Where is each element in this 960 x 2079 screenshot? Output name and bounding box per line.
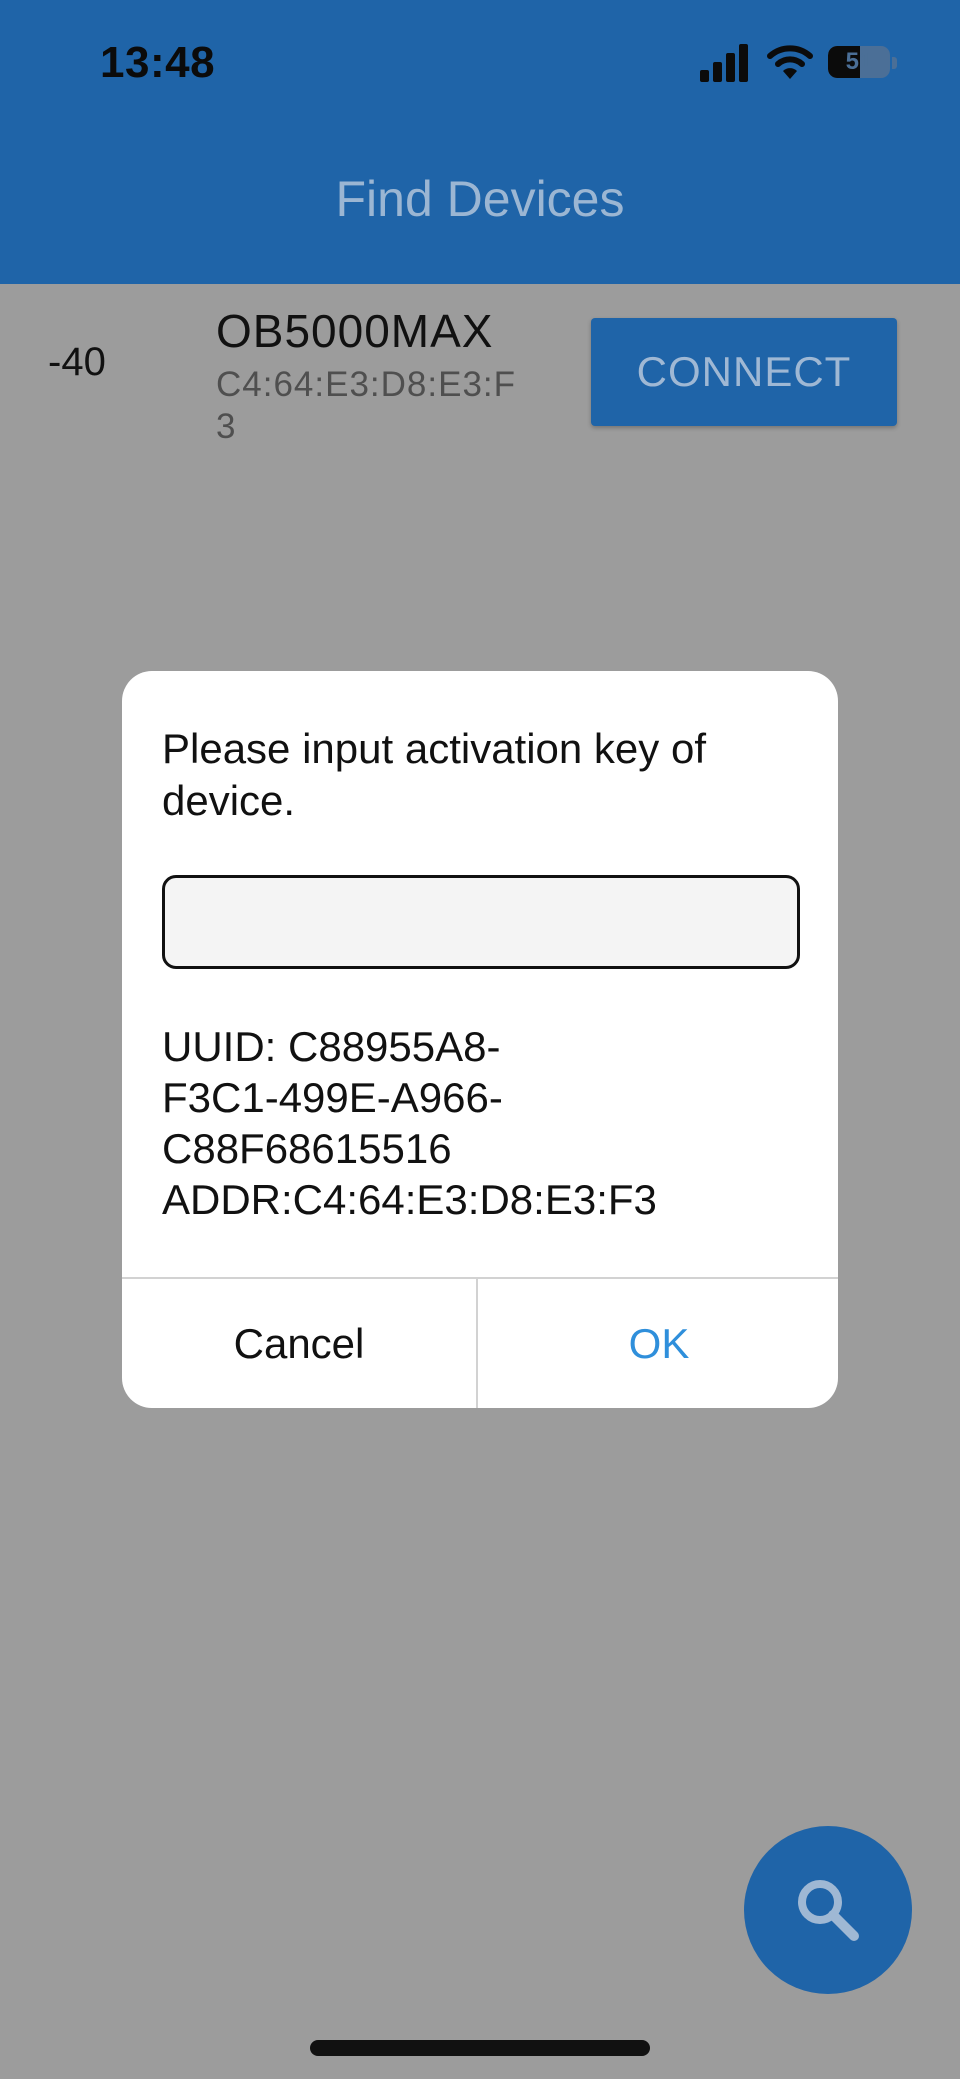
device-name: OB5000MAX [216, 305, 494, 357]
cellular-signal-icon [700, 42, 750, 82]
device-list-item[interactable]: -40 OB5000MAX C4:64:E3:D8:E3:F3 CONNECT [0, 284, 960, 454]
info-line: UUID: C88955A8- [162, 1023, 501, 1070]
device-address: C4:64:E3:D8:E3:F3 [216, 365, 517, 446]
dialog-actions: Cancel OK [122, 1277, 838, 1408]
info-line: ADDR:C4:64:E3:D8:E3:F3 [162, 1176, 657, 1223]
search-icon [798, 1880, 859, 1941]
wifi-icon [766, 42, 814, 82]
dialog-message: Please input activation key of device. [162, 725, 706, 824]
search-fab-button[interactable] [744, 1826, 912, 1994]
ok-button[interactable]: OK [480, 1279, 838, 1408]
page-title: Find Devices [335, 171, 625, 227]
battery-level: 51 [845, 48, 873, 75]
connect-button[interactable]: CONNECT [591, 318, 897, 426]
home-indicator [310, 2040, 650, 2056]
info-line: F3C1-499E-A966- [162, 1074, 503, 1121]
cancel-button[interactable]: Cancel [122, 1279, 478, 1408]
device-info: UUID: C88955A8- F3C1-499E-A966- C88F6861… [162, 1021, 782, 1225]
status-time: 13:48 [100, 38, 216, 87]
activation-dialog: Please input activation key of device. U… [122, 671, 838, 1408]
activation-key-input[interactable] [162, 875, 800, 969]
info-line: C88F68615516 [162, 1125, 452, 1172]
status-icons: 51 [700, 42, 900, 88]
app-bar: 13:48 51 Find Devices [0, 0, 960, 284]
device-rssi: -40 [48, 340, 106, 384]
battery-icon: 51 [828, 46, 890, 78]
